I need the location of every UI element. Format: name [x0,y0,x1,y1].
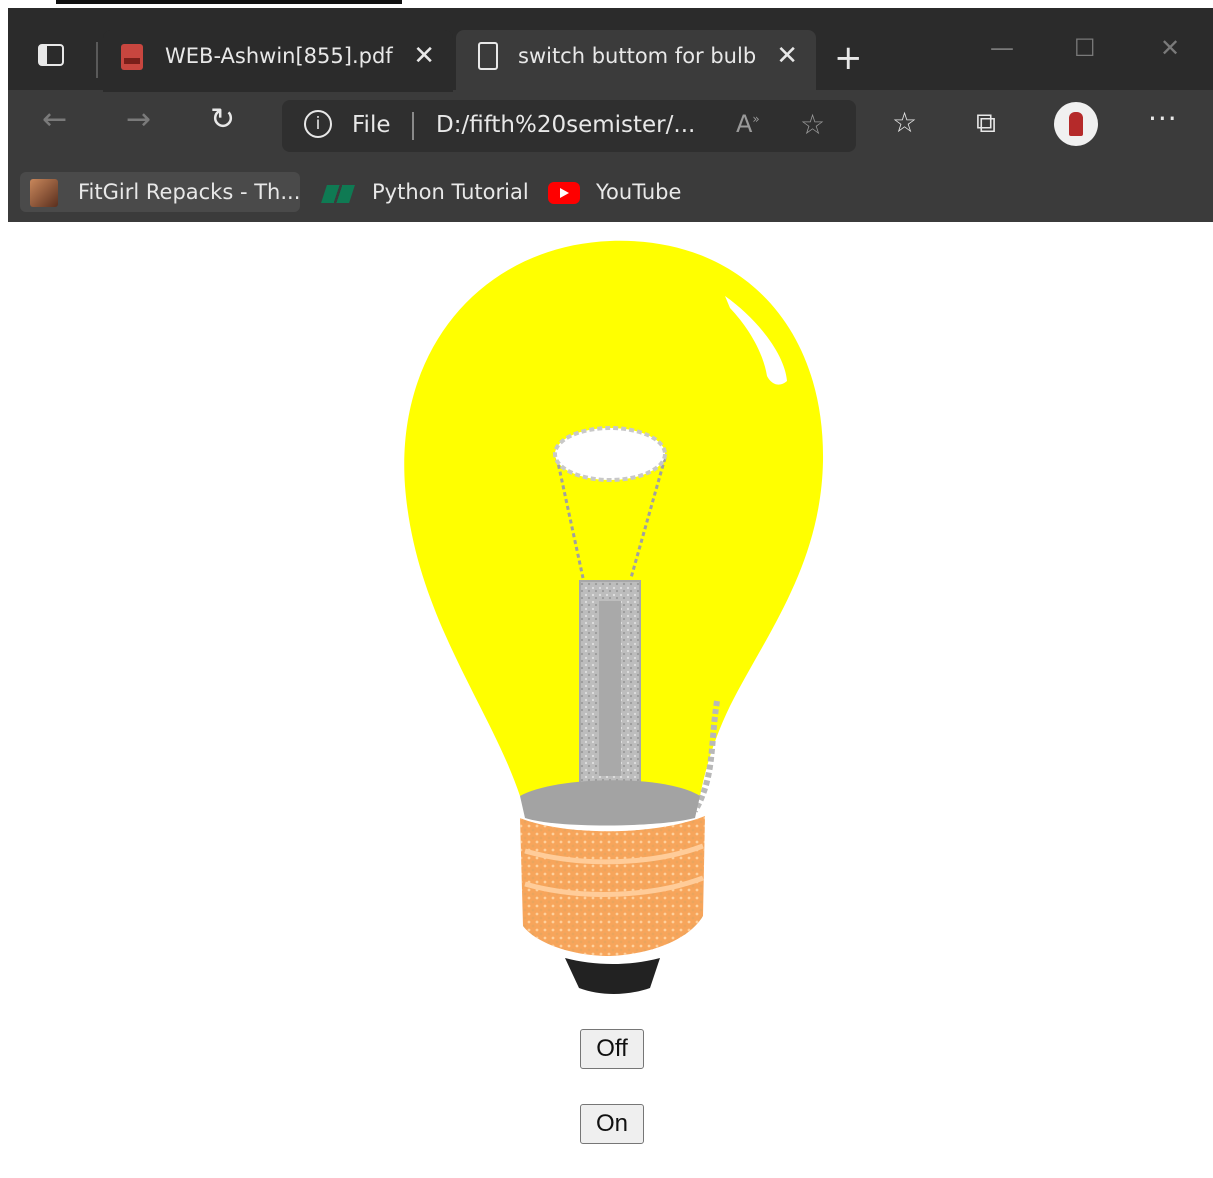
youtube-icon [548,182,580,204]
forward-arrow-icon[interactable]: → [126,102,151,137]
tab-close-icon[interactable]: ✕ [776,41,798,71]
tab-actions-icon[interactable] [38,42,68,70]
bookmarks-bar: FitGirl Repacks - Th... Python Tutorial … [8,160,1213,222]
new-tab-button[interactable]: + [834,38,863,78]
tab-separator [96,42,98,78]
tab-label: switch buttom for bulb [518,44,757,68]
address-scheme-label: File [352,112,391,138]
tab-pdf[interactable]: WEB-Ashwin[855].pdf ✕ [103,30,453,92]
off-button[interactable]: Off [580,1029,644,1069]
address-divider [412,112,414,140]
tab-strip: WEB-Ashwin[855].pdf ✕ switch buttom for … [8,8,1213,92]
on-button[interactable]: On [580,1104,644,1144]
pdf-icon [121,44,143,70]
top-edge-line [56,0,402,4]
favorites-icon[interactable]: ☆ [892,106,917,139]
navigation-toolbar: ← → ↻ i File D:/fifth%20semister/... A» … [8,90,1213,160]
fitgirl-icon [30,179,58,207]
minimize-icon[interactable]: — [990,34,1014,62]
address-url[interactable]: D:/fifth%20semister/... [436,112,695,138]
add-favorite-icon[interactable]: ☆ [800,108,825,141]
bookmark-youtube[interactable]: YouTube [538,172,688,212]
bookmark-python-tutorial[interactable]: Python Tutorial [314,172,529,212]
read-aloud-icon[interactable]: A» [736,110,760,138]
tab-close-icon[interactable]: ✕ [413,41,435,71]
bookmark-fitgirl[interactable]: FitGirl Repacks - Th... [20,172,300,212]
back-arrow-icon[interactable]: ← [42,102,67,137]
info-icon[interactable]: i [304,110,332,138]
address-bar[interactable]: i File D:/fifth%20semister/... A» ☆ [282,100,856,152]
tab-switch-bulb[interactable]: switch buttom for bulb ✕ [456,30,816,92]
avatar[interactable] [1054,102,1098,146]
more-menu-icon[interactable]: ··· [1148,102,1178,135]
maximize-icon[interactable]: ☐ [1074,34,1096,62]
bulb-image [395,236,835,1006]
collections-icon[interactable]: ⧉ [976,106,996,140]
refresh-icon[interactable]: ↻ [210,102,235,137]
tab-label: WEB-Ashwin[855].pdf [165,44,393,68]
bookmark-label: FitGirl Repacks - Th... [78,180,301,204]
bookmark-label: YouTube [596,180,682,204]
browser-window: WEB-Ashwin[855].pdf ✕ switch buttom for … [8,8,1213,222]
w3schools-icon [321,185,355,203]
page-icon [478,42,498,70]
bookmark-label: Python Tutorial [372,180,529,204]
lightbulb-icon [404,240,824,994]
close-window-icon[interactable]: ✕ [1160,34,1180,62]
